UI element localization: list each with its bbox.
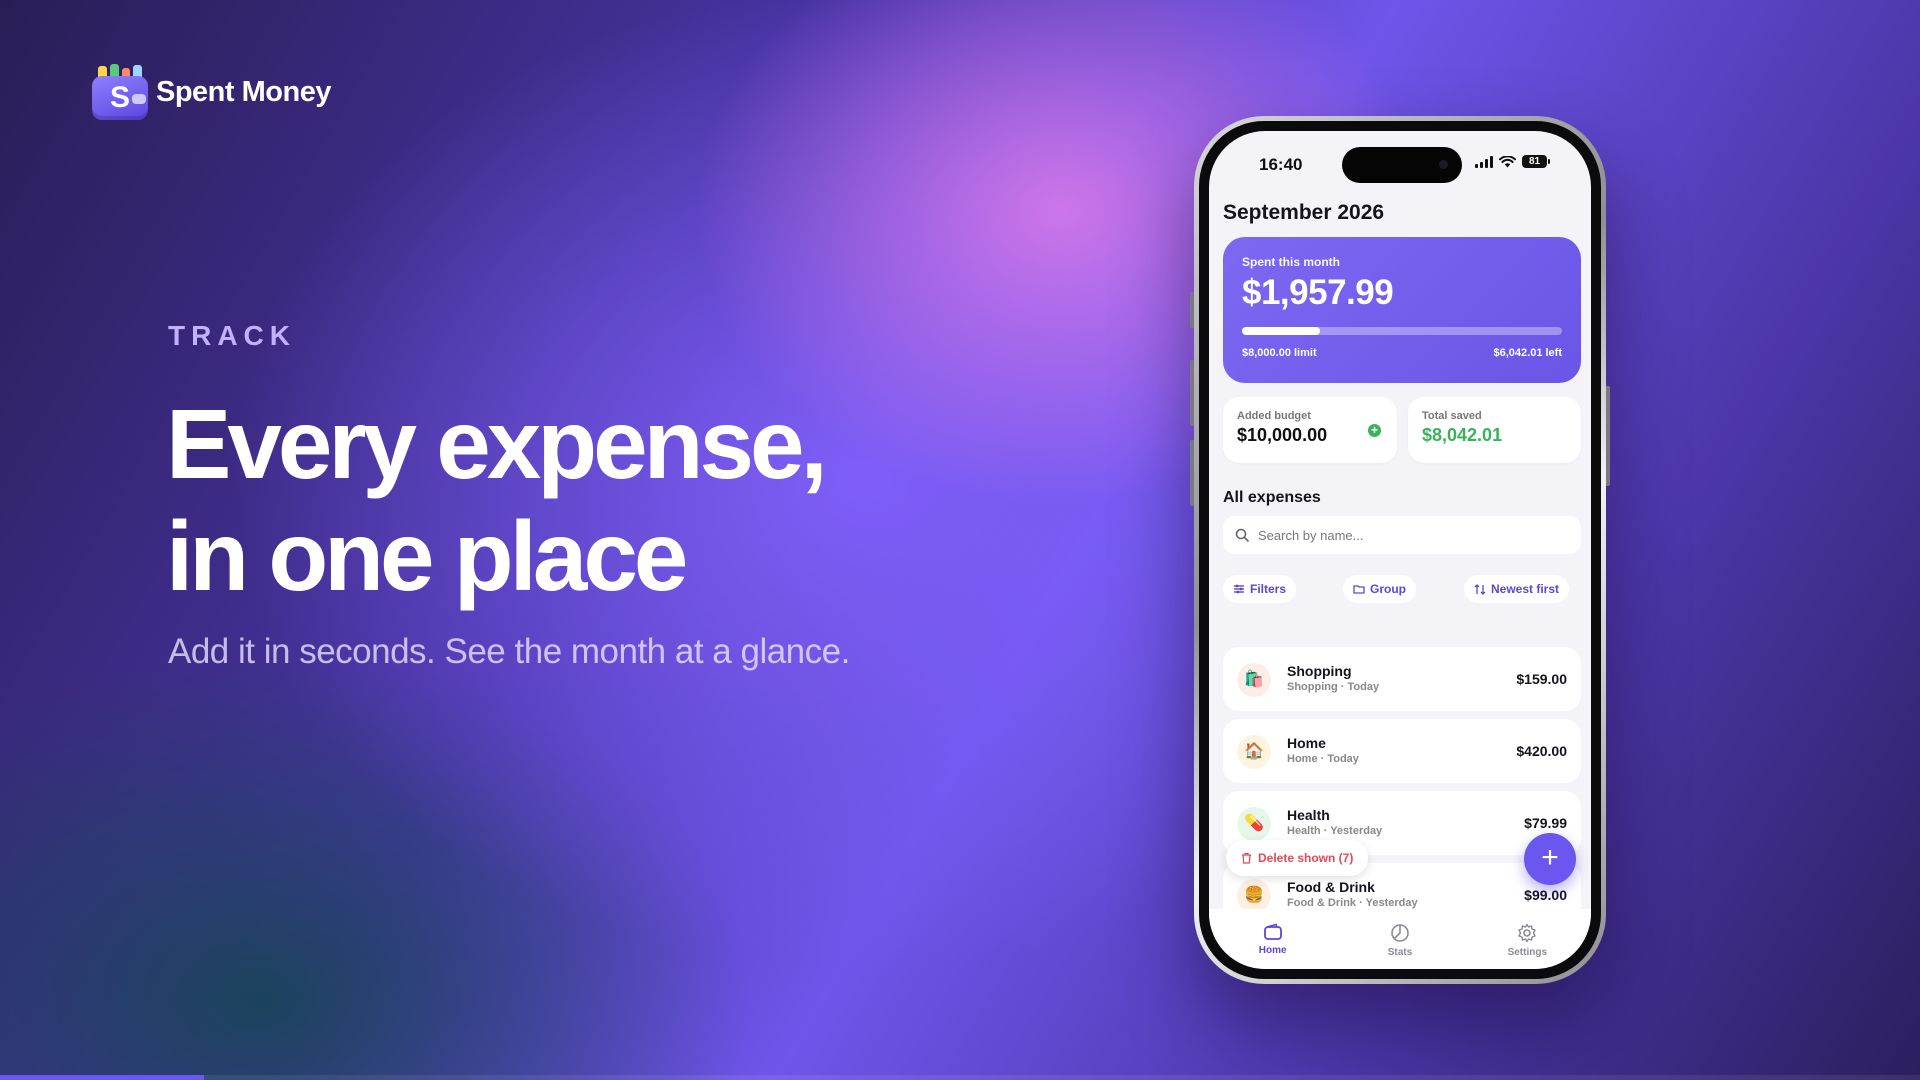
slide-progress-track	[0, 1075, 1920, 1080]
added-budget-label: Added budget	[1237, 410, 1311, 422]
burger-icon: 🍔	[1237, 879, 1271, 913]
expense-amount: $99.00	[1524, 887, 1567, 903]
status-time: 16:40	[1259, 155, 1303, 174]
eyebrow-label: TRACK	[168, 320, 296, 351]
tab-home[interactable]: Home	[1228, 923, 1318, 969]
added-budget-value: $10,000.00	[1237, 425, 1328, 445]
gear-icon	[1518, 923, 1537, 943]
tab-home-label: Home	[1258, 945, 1287, 956]
tab-stats[interactable]: Stats	[1355, 923, 1445, 969]
month-title: September 2026	[1223, 201, 1385, 224]
tab-settings[interactable]: Settings	[1482, 923, 1572, 969]
pill-icon: 💊	[1237, 807, 1271, 841]
spent-label: Spent this month	[1242, 255, 1340, 269]
spent-card[interactable]: Spent this month $1,957.99 $8,000.00 lim…	[1223, 237, 1581, 383]
wallet-logo-icon: S	[92, 64, 148, 120]
tab-stats-label: Stats	[1387, 947, 1413, 958]
headline: Every expense, in one place	[166, 388, 926, 612]
spent-limit: $8,000.00 limit	[1242, 347, 1317, 359]
dynamic-island	[1342, 147, 1462, 183]
app-screen: 16:40 81 September 2026 Spent this month…	[1209, 131, 1591, 969]
sort-icon	[1474, 583, 1486, 595]
cellular-signal-icon	[1475, 155, 1493, 168]
status-bar: 16:40 81	[1209, 131, 1591, 191]
phone-bezel: 16:40 81 September 2026 Spent this month…	[1199, 121, 1601, 979]
search-icon	[1235, 528, 1249, 542]
expense-name: Shopping	[1287, 663, 1352, 679]
wallet-icon	[1263, 923, 1282, 940]
trash-icon	[1242, 852, 1251, 864]
wifi-icon	[1499, 155, 1516, 167]
expense-meta: Health · Yesterday	[1287, 825, 1383, 837]
added-budget-card[interactable]: Added budget $10,000.00 +	[1223, 397, 1397, 463]
sort-button[interactable]: Newest first	[1464, 575, 1570, 603]
brand: S Spent Money	[92, 64, 331, 120]
phone-frame: 16:40 81 September 2026 Spent this month…	[1194, 116, 1606, 984]
slide-progress-fill	[0, 1075, 204, 1080]
battery-icon: 81	[1522, 155, 1550, 168]
expense-amount: $79.99	[1524, 815, 1567, 831]
total-saved-label: Total saved	[1422, 410, 1482, 422]
spent-progress-track	[1242, 327, 1562, 335]
logo-clasp	[132, 94, 146, 104]
group-label: Group	[1370, 582, 1406, 596]
spent-progress-fill	[1242, 327, 1321, 335]
tab-settings-label: Settings	[1507, 947, 1548, 958]
house-icon: 🏠	[1237, 735, 1271, 769]
folder-icon	[1353, 585, 1365, 594]
brand-name: Spent Money	[156, 75, 331, 108]
filter-icon	[1234, 584, 1244, 594]
headline-line: in one place	[166, 501, 688, 611]
pie-chart-icon	[1391, 924, 1409, 942]
expense-name: Home	[1287, 735, 1326, 751]
search-input[interactable]	[1258, 527, 1558, 543]
expenses-title: All expenses	[1223, 489, 1321, 506]
filters-label: Filters	[1250, 582, 1287, 596]
expense-amount: $159.00	[1516, 671, 1567, 687]
expense-name: Food & Drink	[1287, 879, 1375, 895]
spent-amount: $1,957.99	[1242, 273, 1394, 312]
headline-line: Every expense,	[166, 389, 828, 499]
camera-icon	[1439, 160, 1448, 169]
expense-meta: Shopping · Today	[1287, 681, 1380, 693]
sort-label: Newest first	[1491, 582, 1560, 596]
search-bar[interactable]	[1223, 516, 1581, 554]
expense-amount: $420.00	[1516, 743, 1567, 759]
expense-row[interactable]: 🏠 Home Home · Today $420.00	[1223, 719, 1581, 783]
total-saved-value: $8,042.01	[1422, 425, 1503, 445]
expense-meta: Food & Drink · Yesterday	[1287, 897, 1418, 909]
delete-shown-label: Delete shown (7)	[1258, 851, 1354, 865]
add-expense-button[interactable]: +	[1524, 833, 1576, 885]
status-icons: 81	[1475, 155, 1550, 168]
spent-footer: $8,000.00 limit $6,042.01 left	[1242, 347, 1562, 359]
expense-name: Health	[1287, 807, 1330, 823]
shopping-bag-icon: 🛍️	[1237, 663, 1271, 697]
tab-bar: Home Stats Settings	[1209, 909, 1591, 969]
filters-button[interactable]: Filters	[1223, 575, 1297, 603]
total-saved-card[interactable]: Total saved $8,042.01	[1408, 397, 1581, 463]
group-button[interactable]: Group	[1343, 575, 1416, 603]
expense-meta: Home · Today	[1287, 753, 1359, 765]
spent-left: $6,042.01 left	[1493, 347, 1563, 359]
subline: Add it in seconds. See the month at a gl…	[168, 632, 850, 671]
expense-row[interactable]: 🛍️ Shopping Shopping · Today $159.00	[1223, 647, 1581, 711]
delete-shown-button[interactable]: Delete shown (7)	[1226, 840, 1369, 876]
add-budget-icon[interactable]: +	[1368, 424, 1381, 437]
